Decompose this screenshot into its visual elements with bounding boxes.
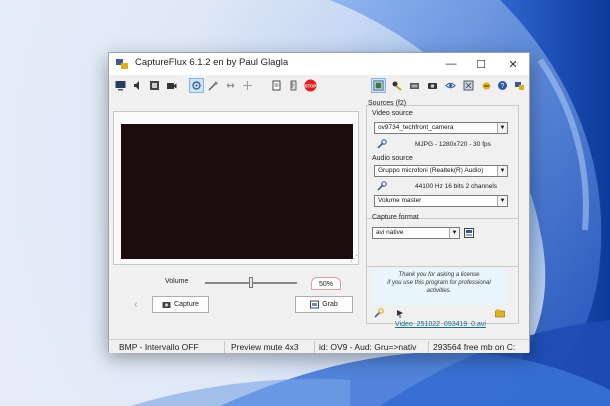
video-source-label: Video source: [372, 110, 413, 117]
camera-icon[interactable]: [164, 78, 179, 93]
video-source-value: ov9734_techfront_camera: [378, 124, 454, 131]
capture-window: CaptureFlux 6.1.2 en by Paul Glagla — ☐ …: [108, 52, 530, 353]
capture-format-select[interactable]: avi native ▼: [372, 227, 460, 239]
settings-icon[interactable]: [389, 78, 404, 93]
capture-format-value: avi native: [376, 229, 404, 236]
output-filename-link[interactable]: Video_251022_093419_0.avi: [395, 321, 486, 328]
svg-text:?: ?: [501, 83, 505, 90]
audio-source-label: Audio source: [372, 155, 413, 162]
video-preview[interactable]: [121, 124, 353, 259]
app-icon: [116, 59, 128, 69]
minimize-button[interactable]: —: [435, 53, 467, 75]
grab-button[interactable]: Grab: [295, 296, 353, 313]
arrows-icon[interactable]: [223, 78, 238, 93]
video-format-info: MJPG - 1280x720 - 30 fps: [415, 141, 491, 148]
capture-format-label: Capture format: [372, 214, 419, 221]
status-bar: BMP - Intervallo OFF Preview mute 4x3 id…: [109, 339, 529, 353]
status-free-space: 293564 free mb on C:: [433, 342, 516, 352]
toolbar: STOP ?: [109, 76, 529, 96]
window-title: CaptureFlux 6.1.2 en by Paul Glagla: [135, 57, 289, 68]
monitor-icon[interactable]: [113, 78, 128, 93]
grab-icon[interactable]: [189, 78, 204, 93]
maximize-button[interactable]: ☐: [465, 53, 497, 75]
title-bar[interactable]: CaptureFlux 6.1.2 en by Paul Glagla — ☐ …: [109, 53, 529, 75]
license-text: Thank you for asking a license if you us…: [387, 272, 491, 294]
ruler-icon[interactable]: [286, 78, 301, 93]
capture-icon: [162, 302, 171, 308]
video-settings-icon[interactable]: [377, 139, 387, 149]
wand-icon[interactable]: [206, 78, 221, 93]
status-sources: id: OV9 - Aud: Gru=>nativ: [317, 341, 429, 353]
open-folder-icon[interactable]: [495, 308, 505, 318]
volume-percent: 50%: [311, 277, 341, 290]
capture-button[interactable]: Capture: [152, 296, 209, 313]
grab-button-label: Grab: [322, 301, 338, 308]
volume-master-value: Volume master: [378, 197, 422, 204]
run-icon[interactable]: [395, 308, 405, 318]
sources-heading: Sources (f2): [368, 100, 407, 107]
chevron-down-icon: ▼: [497, 123, 507, 133]
stop-label: STOP: [305, 83, 317, 88]
film-icon[interactable]: [147, 78, 162, 93]
chevron-down-icon: ▼: [449, 228, 459, 238]
output-settings-icon[interactable]: [374, 308, 384, 318]
license-notice: Thank you for asking a license if you us…: [372, 269, 506, 305]
audio-settings-icon[interactable]: [377, 181, 387, 191]
audio-source-select[interactable]: Gruppo microfoni (Realtek(R) Audio) ▼: [374, 165, 508, 177]
volume-label: Volume: [165, 278, 189, 285]
chevron-down-icon: ▼: [497, 196, 507, 206]
video-source-select[interactable]: ov9734_techfront_camera ▼: [374, 122, 508, 134]
filter-icon[interactable]: [461, 78, 476, 93]
resize-grip-icon[interactable]: ⋰: [350, 254, 358, 263]
capture-button-label: Capture: [174, 301, 199, 308]
info-icon[interactable]: [512, 78, 527, 93]
volume-master-select[interactable]: Volume master ▼: [374, 195, 508, 207]
status-preview: Preview mute 4x3: [229, 341, 315, 353]
eye-icon[interactable]: [443, 78, 458, 93]
bee-icon[interactable]: [479, 78, 494, 93]
chevron-left-icon[interactable]: ‹: [134, 299, 138, 311]
camera-small-icon[interactable]: [425, 78, 440, 93]
chevron-down-icon: ▼: [497, 166, 507, 176]
close-button[interactable]: ✕: [497, 53, 529, 75]
folder-icon[interactable]: [407, 78, 422, 93]
volume-slider-thumb[interactable]: [249, 277, 253, 288]
help-icon[interactable]: ?: [495, 78, 510, 93]
grab-button-icon: [310, 300, 320, 309]
move-icon[interactable]: [240, 78, 255, 93]
audio-format-info: 44100 Hz 16 bits 2 channels: [415, 183, 498, 190]
format-options-icon[interactable]: [464, 228, 474, 238]
status-mode: BMP - Intervallo OFF: [117, 341, 225, 353]
preview-icon[interactable]: [371, 78, 386, 93]
audio-source-value: Gruppo microfoni (Realtek(R) Audio): [378, 167, 484, 174]
speaker-icon[interactable]: [130, 78, 145, 93]
stop-icon[interactable]: STOP: [303, 78, 318, 93]
notes-icon[interactable]: [269, 78, 284, 93]
